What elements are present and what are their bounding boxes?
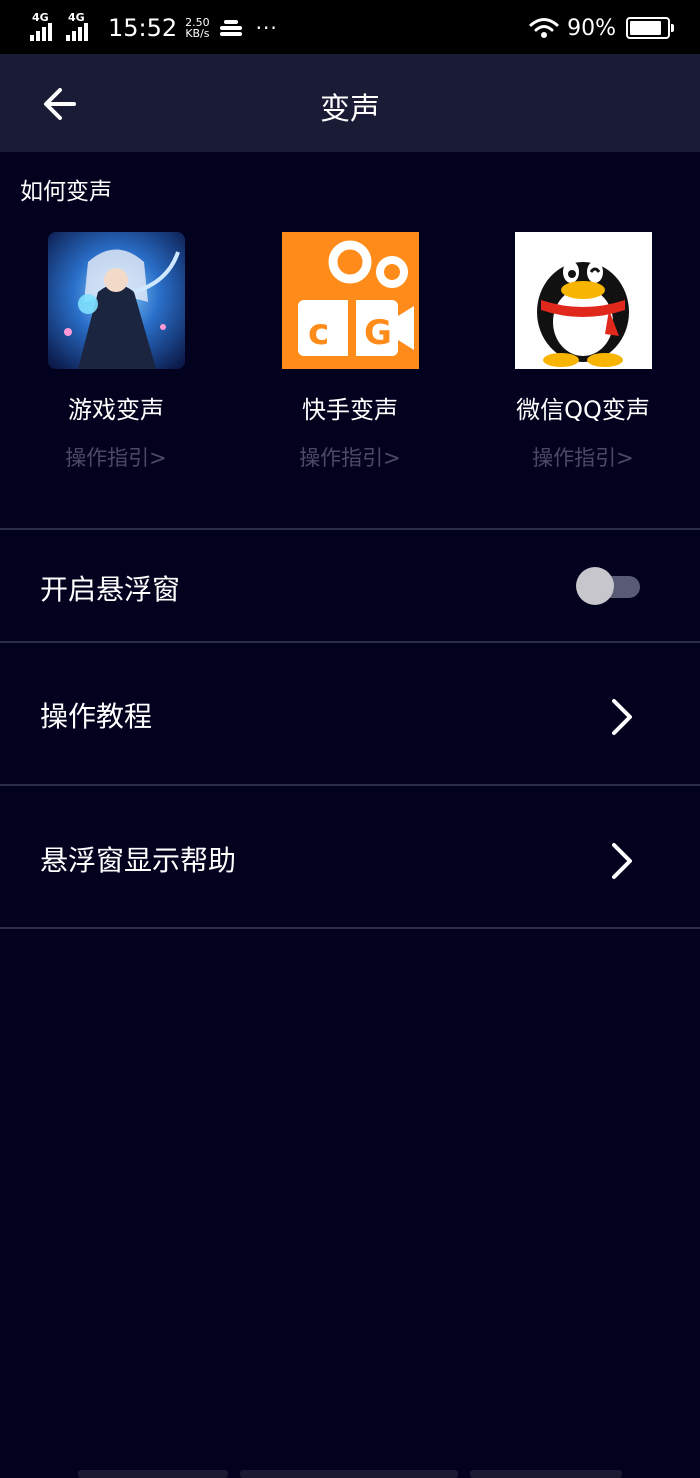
app-bar: 变声 bbox=[0, 54, 700, 152]
wifi-icon bbox=[529, 18, 559, 38]
tutorial-row[interactable]: 操作教程 bbox=[0, 643, 700, 784]
card-kuaishou-voice[interactable]: c G 快手变声 操作指引> bbox=[240, 232, 460, 472]
card-name-wechat-qq: 微信QQ变声 bbox=[516, 396, 650, 424]
nav-hint-bar bbox=[470, 1470, 622, 1478]
float-help-label: 悬浮窗显示帮助 bbox=[40, 844, 237, 877]
float-window-label: 开启悬浮窗 bbox=[40, 573, 181, 606]
page-title: 变声 bbox=[320, 92, 380, 127]
voice-change-guides: 游戏变声 操作指引> c G 快手变声 操作指引> 微信QQ变声 操作指引> bbox=[0, 232, 700, 472]
float-window-toggle[interactable] bbox=[576, 566, 640, 606]
toggle-knob bbox=[576, 567, 614, 605]
card-wechat-qq-voice[interactable]: 微信QQ变声 操作指引> bbox=[473, 232, 693, 472]
data-transfer-icon bbox=[219, 20, 242, 36]
status-bar: 4G 4G 15:52 2.50 KB/s ··· 90% bbox=[0, 0, 700, 54]
network-speed: 2.50 KB/s bbox=[185, 17, 210, 39]
battery-icon bbox=[626, 17, 674, 39]
qq-penguin-logo bbox=[515, 232, 652, 369]
card-name-game: 游戏变声 bbox=[68, 396, 164, 424]
float-help-row[interactable]: 悬浮窗显示帮助 bbox=[0, 786, 700, 927]
card-game-voice[interactable]: 游戏变声 操作指引> bbox=[6, 232, 226, 472]
nav-hint-bar bbox=[78, 1470, 228, 1478]
chevron-right-icon bbox=[612, 699, 632, 735]
tutorial-label: 操作教程 bbox=[40, 700, 153, 733]
kuaishou-logo: c G bbox=[282, 232, 419, 369]
section-title: 如何变声 bbox=[20, 179, 112, 205]
guide-link-game[interactable]: 操作指引> bbox=[6, 442, 226, 472]
clock: 15:52 bbox=[108, 14, 178, 42]
nav-hint-bar bbox=[240, 1470, 458, 1478]
chevron-right-icon bbox=[612, 843, 632, 879]
signal-icon: 4G bbox=[30, 11, 64, 45]
signal-icon-2: 4G bbox=[66, 11, 100, 45]
more-notifications-icon: ··· bbox=[255, 16, 278, 40]
game-character-image bbox=[48, 232, 185, 369]
divider bbox=[0, 927, 700, 929]
svg-text:G: G bbox=[364, 313, 392, 353]
battery-percentage: 90% bbox=[567, 15, 616, 41]
guide-link-wechat-qq[interactable]: 操作指引> bbox=[473, 442, 693, 472]
guide-link-kuaishou[interactable]: 操作指引> bbox=[240, 442, 460, 472]
card-name-kuaishou: 快手变声 bbox=[302, 396, 398, 424]
svg-text:c: c bbox=[308, 312, 329, 353]
network-speed-unit: KB/s bbox=[185, 27, 210, 40]
